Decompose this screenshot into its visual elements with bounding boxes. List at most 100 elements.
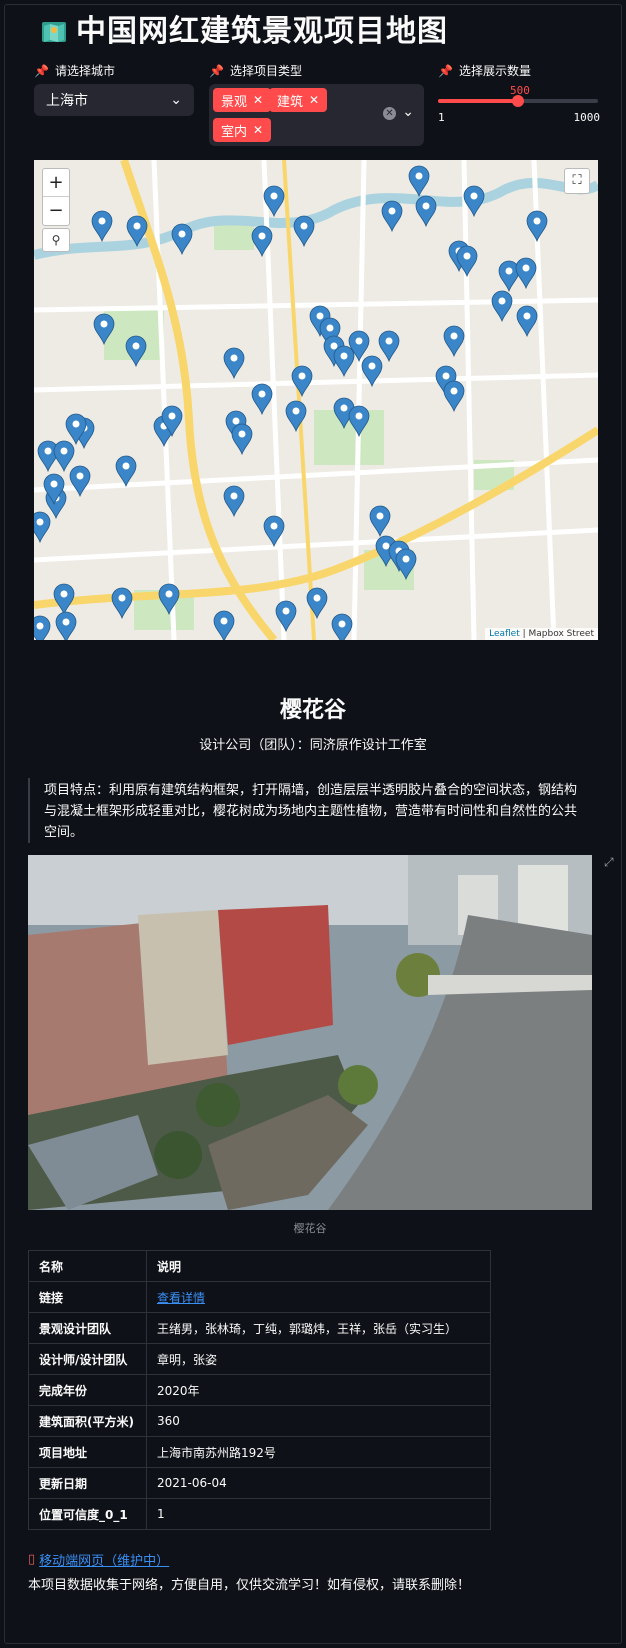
type-tag-landscape[interactable]: 景观 ✕ <box>213 88 272 112</box>
table-key: 建筑面积(平方米) <box>28 1405 147 1437</box>
marker-dot <box>258 390 266 398</box>
marker-dot <box>338 620 346 628</box>
marker-dot <box>498 297 506 305</box>
mobile-link[interactable]: 移动端网页（维护中） <box>39 1550 169 1569</box>
city-label: 📌 请选择城市 <box>34 62 115 79</box>
count-label: 📌 选择展示数量 <box>438 62 531 79</box>
expand-icon[interactable]: ⤢ <box>604 855 626 877</box>
marker-dot <box>220 617 228 625</box>
marker-dot <box>442 372 450 380</box>
marker-dot <box>533 217 541 225</box>
marker-dot <box>230 354 238 362</box>
marker-dot <box>298 372 306 380</box>
marker-dot <box>313 594 321 602</box>
zoom-in-button[interactable]: + <box>43 169 69 197</box>
count-label-text: 选择展示数量 <box>458 64 531 78</box>
map-tiles <box>34 160 598 640</box>
fullscreen-icon[interactable]: ⛶ <box>564 168 590 194</box>
marker-dot <box>36 518 44 526</box>
table-value: 上海市南苏州路192号 <box>146 1436 491 1468</box>
details-link[interactable]: 查看详情 <box>146 1281 491 1313</box>
table-value: 360 <box>146 1405 491 1437</box>
table-value: 2020年 <box>146 1374 491 1406</box>
type-label-text: 选择项目类型 <box>229 64 302 78</box>
marker-dot <box>376 512 384 520</box>
mobile-phone-icon: ▯ <box>28 1552 36 1567</box>
count-slider[interactable]: 500 1 1000 <box>438 84 600 124</box>
close-icon[interactable]: ✕ <box>253 93 263 107</box>
marker-dot <box>330 342 338 350</box>
city-label-text: 请选择城市 <box>54 64 115 78</box>
chevron-down-icon[interactable]: ⌄ <box>402 104 414 120</box>
table-key: 项目地址 <box>28 1436 147 1468</box>
marker-dot <box>523 312 531 320</box>
table-key: 景观设计团队 <box>28 1312 147 1344</box>
table-row: 设计师/设计团队 章明，张姿 <box>28 1343 491 1375</box>
marker-dot <box>50 480 58 488</box>
marker-dot <box>238 430 246 438</box>
marker-dot <box>270 192 278 200</box>
disclaimer: 本项目数据收集于网络，方便自用，仅供交流学习！如有侵权，请联系删除！ <box>28 1578 471 1593</box>
mobile-link-row: ▯ 移动端网页（维护中） <box>28 1550 169 1569</box>
table-row: 建筑面积(平方米) 360 <box>28 1405 491 1437</box>
type-tag-architecture[interactable]: 建筑 ✕ <box>269 88 328 112</box>
table-header-cell: 名称 <box>28 1250 147 1282</box>
page-header: 中国网红建筑景观项目地图 <box>40 12 448 52</box>
project-title: 樱花谷 <box>279 698 346 723</box>
marker-dot <box>230 492 238 500</box>
table-header-row: 名称 说明 <box>28 1250 491 1282</box>
table-row: 完成年份 2020年 <box>28 1374 491 1406</box>
project-map[interactable]: + − ⚲ ⛶ Leaflet | Mapbox Street <box>34 160 598 640</box>
marker-dot <box>132 342 140 350</box>
type-tag-interior[interactable]: 室内 ✕ <box>213 118 272 142</box>
marker-dot <box>355 337 363 345</box>
table-value: 1 <box>146 1498 491 1530</box>
city-select-value: 上海市 <box>46 93 88 109</box>
marker-dot <box>282 607 290 615</box>
marker-dot <box>76 472 84 480</box>
project-info-table: 名称 说明 链接 查看详情 景观设计团队 王绪男，张林琦，丁纯，郭璐炜，王祥，张岳（实… <box>28 1250 491 1530</box>
marker-dot <box>340 404 348 412</box>
table-row: 景观设计团队 王绪男，张林琦，丁纯，郭璐炜，王祥，张岳（实习生） <box>28 1312 491 1344</box>
marker-dot <box>292 407 300 415</box>
marker-dot <box>98 217 106 225</box>
marker-dot <box>165 590 173 598</box>
photo-caption: 樱花谷 <box>293 1222 327 1235</box>
table-value: 章明，张姿 <box>146 1343 491 1375</box>
project-photo <box>28 855 592 1210</box>
project-company: 设计公司（团队）：同济原作设计工作室 <box>199 738 427 753</box>
close-icon[interactable]: ✕ <box>309 93 319 107</box>
marker-dot <box>505 267 513 275</box>
city-select[interactable]: 上海市 ⌄ <box>34 84 194 116</box>
type-label: 📌 选择项目类型 <box>209 62 302 79</box>
table-header-cell: 说明 <box>146 1250 491 1282</box>
marker-dot <box>60 447 68 455</box>
table-key: 链接 <box>28 1281 147 1313</box>
slider-thumb[interactable] <box>512 95 524 107</box>
pushpin-icon: 📌 <box>438 63 453 78</box>
table-value: 王绪男，张林琦，丁纯，郭璐炜，王祥，张岳（实习生） <box>146 1312 491 1344</box>
marker-dot <box>402 555 410 563</box>
zoom-out-button[interactable]: − <box>43 197 69 225</box>
marker-dot <box>232 417 240 425</box>
marker-dot <box>382 542 390 550</box>
type-multiselect[interactable]: 景观 ✕ 建筑 ✕ 室内 ✕ ✕ ⌄ <box>209 84 424 146</box>
tag-label: 建筑 <box>277 94 304 110</box>
close-icon[interactable]: ✕ <box>253 123 263 137</box>
attribution-text: | Mapbox Street <box>519 629 594 639</box>
marker-dot <box>340 352 348 360</box>
clear-all-icon[interactable]: ✕ <box>383 107 396 120</box>
tag-label: 室内 <box>221 124 248 140</box>
marker-dot <box>326 324 334 332</box>
table-key: 更新日期 <box>28 1467 147 1499</box>
marker-dot <box>270 522 278 530</box>
locate-icon[interactable]: ⚲ <box>42 228 70 252</box>
marker-dot <box>133 222 141 230</box>
marker-dot <box>422 202 430 210</box>
marker-dot <box>168 412 176 420</box>
leaflet-link[interactable]: Leaflet <box>489 629 520 639</box>
table-key: 完成年份 <box>28 1374 147 1406</box>
marker-dot <box>258 232 266 240</box>
marker-dot <box>415 172 423 180</box>
project-feature: 项目特点：利用原有建筑结构框架，打开隔墙，创造层层半透明胶片叠合的空间状态，钢结… <box>28 778 588 843</box>
